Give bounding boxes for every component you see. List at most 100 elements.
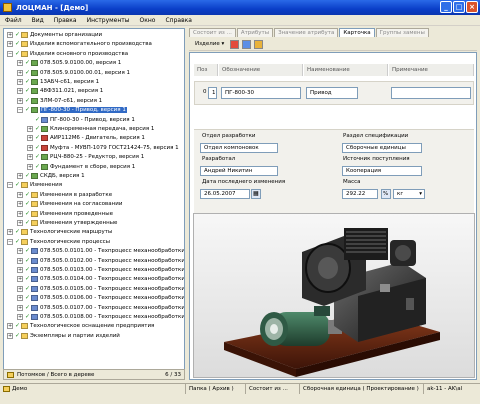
expand-toggle[interactable]: +	[17, 201, 23, 208]
expand-toggle[interactable]: −	[7, 50, 13, 57]
expand-toggle[interactable]: +	[17, 314, 23, 320]
tree-item[interactable]: + ✓ 078.505.0.0104.00 - Техпроцесс механоо…	[17, 275, 184, 283]
tree-item[interactable]: ✓ ПГ-800-30 - Привод, версия 1	[27, 116, 135, 124]
source-field[interactable]: Кооперация	[342, 166, 422, 176]
menu-help[interactable]: Справка	[160, 17, 196, 24]
expand-toggle[interactable]: +	[27, 163, 33, 170]
expand-toggle[interactable]: +	[7, 332, 13, 339]
expand-toggle[interactable]: +	[17, 257, 23, 264]
expand-toggle[interactable]: +	[17, 248, 23, 255]
expand-toggle[interactable]: +	[17, 276, 23, 283]
tree-item[interactable]: + ✓ Фундамент в сборе, версия 1	[27, 163, 135, 171]
tab-attributes[interactable]: Атрибуты	[236, 28, 274, 37]
expand-toggle[interactable]: +	[7, 323, 13, 330]
menu-view[interactable]: Вид	[27, 17, 49, 24]
tree-item[interactable]: + ✓ СКДБ, версия 1	[17, 172, 85, 180]
tree-item[interactable]: + ✓ РЦЧ-880-25 - Редуктор, версия 1	[27, 153, 144, 161]
tree-item[interactable]: + ✓ 078.505.0.0103.00 - Техпроцесс механоо…	[17, 266, 184, 274]
expand-toggle[interactable]: +	[17, 267, 23, 273]
item-dropdown[interactable]: Изделие ▾	[192, 39, 227, 49]
maximize-button[interactable]: □	[453, 1, 465, 13]
menu-tools[interactable]: Инструменты	[82, 17, 135, 24]
tree-item[interactable]: + ✓ 078.505.0.0101.00 - Техпроцесс механоо…	[17, 247, 184, 255]
close-button[interactable]: ×	[466, 1, 478, 13]
expand-toggle[interactable]: +	[17, 210, 23, 217]
tree-item[interactable]: + ✓ Технологические маршруты	[7, 228, 112, 236]
tree-item[interactable]: − ✓ Изменения	[7, 181, 62, 189]
date-field[interactable]: 26.05.2007	[200, 189, 250, 199]
mass-unit-select[interactable]: кг ▾	[393, 189, 425, 199]
expand-toggle[interactable]: +	[27, 135, 33, 142]
spec-designation-field[interactable]: ПГ-800-30	[221, 87, 301, 99]
tree-item[interactable]: + ✓ Муфта - МУВП-1079 ГОСТ21424-75, версия…	[27, 144, 179, 152]
expand-toggle[interactable]: +	[27, 154, 33, 161]
tree-item[interactable]: − ✓ Технологические процессы	[7, 238, 110, 246]
tree-item[interactable]: + ✓ ЗЛМ-07-с61, версия 1	[17, 97, 102, 105]
object-tree[interactable]: + ✓ Документы организации + ✓ Изделия вспомог…	[3, 28, 185, 380]
spec-name-field[interactable]: Привод	[306, 87, 358, 99]
expand-toggle[interactable]: +	[17, 79, 23, 85]
tree-item[interactable]: + ✓ Изменения на согласовании	[17, 200, 122, 208]
tab-attribute-value[interactable]: Значение атрибута	[274, 28, 339, 37]
expand-toggle[interactable]: +	[17, 69, 23, 76]
spec-pos-field[interactable]: 1	[208, 87, 217, 99]
tree-item[interactable]: + ✓ Изделия вспомогательного производства	[7, 40, 152, 48]
tree-item[interactable]: + ✓ 078.505.9.0100.00.01, версия 1	[17, 69, 130, 77]
tree-item[interactable]: + ✓ 48Ф311.021, версия 1	[17, 87, 103, 95]
tree-item[interactable]: + ✓ 078.505.0.0106.00 - Техпроцесс механоо…	[17, 294, 184, 302]
tree-item[interactable]: + ✓ 078.505.0.0102.00 - Техпроцесс механоо…	[17, 257, 184, 265]
expand-toggle[interactable]: +	[17, 173, 23, 179]
expand-toggle[interactable]: +	[17, 88, 23, 95]
tree-item[interactable]: + ✓ 078.505.0.0105.00 - Техпроцесс механоо…	[17, 285, 184, 293]
lock-icon[interactable]	[254, 39, 264, 49]
tree-item[interactable]: + ✓ Технологическое оснащение предприятия	[7, 322, 154, 330]
tree-item[interactable]: + ✓ Изменения проведенные	[17, 210, 113, 218]
expand-toggle[interactable]: +	[7, 32, 13, 38]
tree-item[interactable]: + ✓ Изменения утвержденные	[17, 219, 117, 227]
tree-item[interactable]: − ✓ ПГ-800-30 - Привод, версия 1	[17, 106, 127, 114]
tab-replacement-groups[interactable]: Группы замены	[375, 28, 429, 37]
expand-toggle[interactable]: +	[17, 220, 23, 226]
tree-item[interactable]: + ✓ АИР112М6 - Двигатель, версия 1	[27, 134, 145, 142]
developer-field[interactable]: Андрей Никитин	[200, 166, 278, 176]
tree-item[interactable]: + ✓ 078.505.0.0108.00 - Техпроцесс механоо…	[17, 313, 184, 321]
tree-item[interactable]: − ✓ Изделия основного производства	[7, 50, 128, 58]
expand-toggle[interactable]: +	[27, 144, 33, 151]
expand-toggle[interactable]: +	[17, 60, 23, 67]
expand-toggle[interactable]: +	[17, 191, 23, 198]
expand-toggle[interactable]: −	[17, 107, 23, 114]
expand-toggle[interactable]: +	[27, 126, 33, 132]
minimize-button[interactable]: _	[440, 1, 452, 13]
expand-toggle[interactable]: −	[7, 238, 13, 245]
section-field[interactable]: Сборочные единицы	[342, 143, 422, 153]
expand-toggle[interactable]: +	[17, 304, 23, 311]
expand-toggle[interactable]: +	[17, 97, 23, 104]
tree-item[interactable]: + ✓ Клиноременная передача, версия 1	[27, 125, 154, 133]
percent-icon[interactable]: %	[381, 189, 391, 199]
save-icon[interactable]	[242, 39, 252, 49]
tree-item[interactable]: + ✓ 078.505.0.0107.00 - Техпроцесс механоо…	[17, 304, 184, 312]
expand-toggle[interactable]: +	[17, 285, 23, 292]
tab-card[interactable]: Карточка	[339, 28, 375, 37]
panel-splitter[interactable]	[185, 28, 188, 380]
dept-field[interactable]: Отдел компоновок	[200, 143, 278, 153]
expand-toggle[interactable]: +	[7, 41, 13, 48]
expand-toggle[interactable]: −	[7, 182, 13, 189]
tab-composition[interactable]: Состоит из ...	[189, 28, 236, 37]
tree-item[interactable]: + ✓ 078.505.9.0100.00, версия 1	[17, 59, 121, 67]
folder-icon	[21, 182, 28, 189]
tree-item[interactable]: + ✓ Документы организации	[7, 31, 102, 39]
model-viewer[interactable]	[193, 213, 475, 378]
delete-icon[interactable]	[230, 39, 240, 49]
expand-toggle[interactable]: +	[7, 229, 13, 236]
menu-edit[interactable]: Правка	[49, 17, 82, 24]
spec-note-field[interactable]	[391, 87, 471, 99]
tree-item[interactable]: + ✓ 13АБЧ-с61, версия 1	[17, 78, 99, 86]
calendar-icon[interactable]: ▦	[251, 189, 261, 199]
mass-field[interactable]: 292.22	[342, 189, 378, 199]
expand-toggle[interactable]: +	[17, 295, 23, 302]
menu-window[interactable]: Окно	[135, 17, 161, 24]
menu-file[interactable]: Файл	[0, 17, 27, 24]
tree-item[interactable]: + ✓ Изменения в разработке	[17, 191, 112, 199]
tree-item[interactable]: + ✓ Экземпляры и партии изделий	[7, 332, 120, 340]
